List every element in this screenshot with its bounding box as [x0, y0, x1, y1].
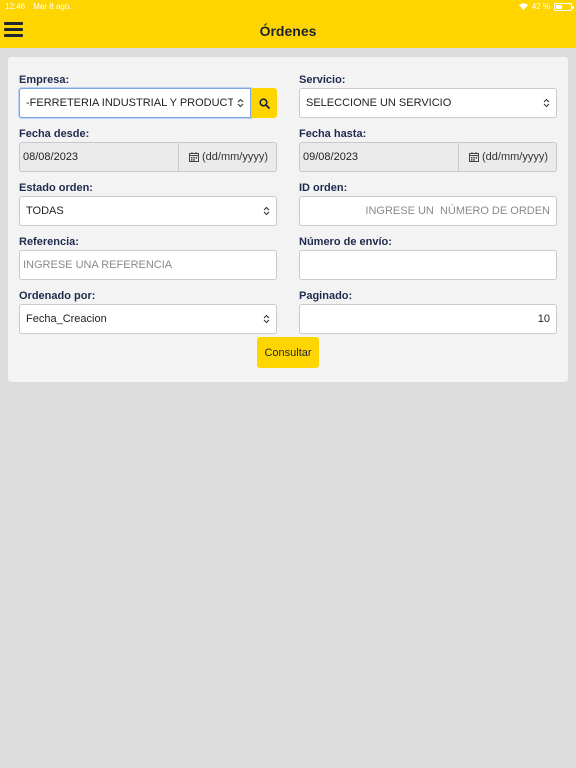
- empresa-select[interactable]: -FERRETERIA INDUSTRIAL Y PRODUCTOS: [19, 88, 251, 118]
- servicio-select[interactable]: SELECCIONE UN SERVICIO: [299, 88, 557, 118]
- ordenado-por-label: Ordenado por:: [19, 290, 96, 302]
- referencia-label: Referencia:: [19, 236, 79, 248]
- ordenado-por-value: Fecha_Creacion: [26, 313, 107, 325]
- ordenado-por-select[interactable]: Fecha_Creacion: [19, 304, 277, 334]
- paginado-value: 10: [537, 313, 550, 325]
- id-orden-label: ID orden:: [299, 182, 348, 194]
- numero-envio-input[interactable]: [299, 250, 557, 280]
- status-left: 12:46 Mar 8 ago.: [5, 2, 72, 11]
- select-arrows-icon: [263, 314, 270, 324]
- paginado-label: Paginado:: [299, 290, 353, 302]
- id-orden-placeholder: INGRESE UN NÚMERO DE ORDEN: [365, 205, 550, 217]
- fecha-hasta-label: Fecha hasta:: [299, 128, 367, 140]
- battery-percent: 42 %: [531, 2, 550, 11]
- referencia-input[interactable]: INGRESE UNA REFERENCIA: [19, 250, 277, 280]
- fecha-hasta-format: (dd/mm/yyyy): [458, 143, 556, 171]
- empresa-label: Empresa:: [19, 74, 70, 86]
- calendar-icon: [469, 152, 479, 162]
- estado-orden-label: Estado orden:: [19, 182, 93, 194]
- wifi-icon: [518, 3, 528, 10]
- fecha-desde-input[interactable]: 08/08/2023 (dd/mm/yyyy): [19, 142, 277, 172]
- servicio-label: Servicio:: [299, 74, 346, 86]
- fecha-hasta-input[interactable]: 09/08/2023 (dd/mm/yyyy): [299, 142, 557, 172]
- select-arrows-icon: [237, 98, 244, 108]
- calendar-icon: [189, 152, 199, 162]
- header-bar: Órdenes: [0, 14, 576, 48]
- status-right: 42 %: [518, 2, 574, 11]
- status-bar: 12:46 Mar 8 ago. 42 %: [0, 0, 576, 14]
- numero-envio-label: Número de envío:: [299, 236, 392, 248]
- status-time: 12:46: [5, 2, 26, 11]
- empresa-value: -FERRETERIA INDUSTRIAL Y PRODUCTOS: [26, 97, 233, 109]
- fecha-desde-format: (dd/mm/yyyy): [178, 143, 276, 171]
- battery-icon: [554, 2, 574, 11]
- page-title: Órdenes: [259, 23, 317, 39]
- search-icon: [258, 97, 270, 109]
- estado-orden-value: TODAS: [26, 205, 64, 217]
- date-format-hint: (dd/mm/yyyy): [482, 151, 548, 163]
- date-format-hint: (dd/mm/yyyy): [202, 151, 268, 163]
- referencia-placeholder: INGRESE UNA REFERENCIA: [23, 259, 173, 271]
- estado-orden-select[interactable]: TODAS: [19, 196, 277, 226]
- paginado-input[interactable]: 10: [299, 304, 557, 334]
- battery-fill: [556, 4, 562, 9]
- fecha-desde-label: Fecha desde:: [19, 128, 90, 140]
- empresa-search-button[interactable]: [251, 88, 277, 118]
- select-arrows-icon: [263, 206, 270, 216]
- status-date: Mar 8 ago.: [33, 2, 72, 11]
- id-orden-input[interactable]: INGRESE UN NÚMERO DE ORDEN: [299, 196, 557, 226]
- consultar-button[interactable]: Consultar: [257, 337, 319, 368]
- select-arrows-icon: [543, 98, 550, 108]
- servicio-value: SELECCIONE UN SERVICIO: [306, 97, 452, 109]
